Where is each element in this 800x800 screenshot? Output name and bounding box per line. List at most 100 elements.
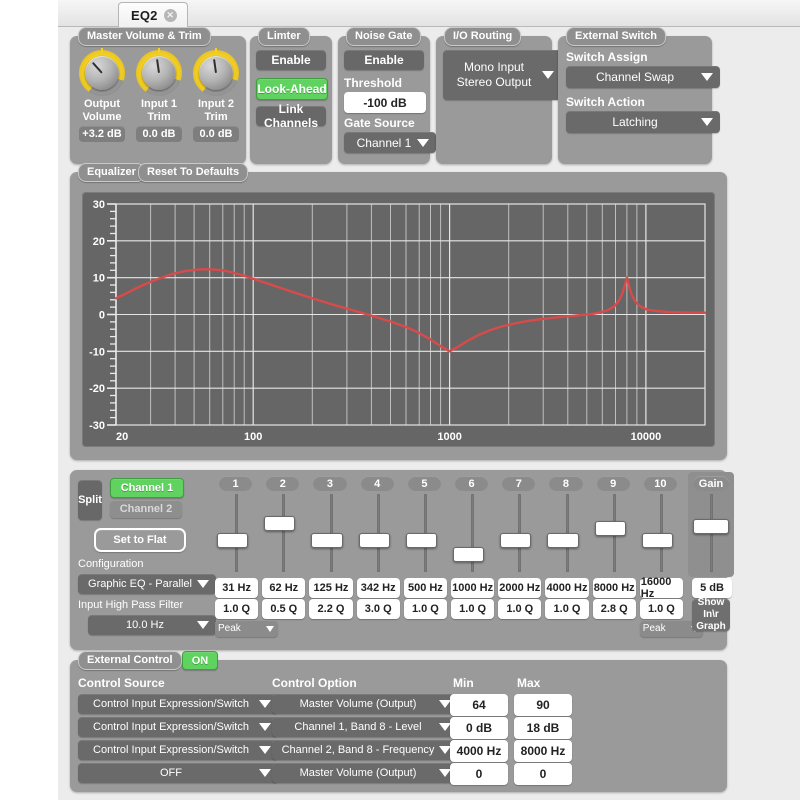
limiter-lookahead-button[interactable]: Look-Ahead: [256, 78, 328, 100]
max-field-4[interactable]: 0: [514, 763, 572, 785]
bands-panel: SplitChannel 1Channel 2Set to FlatConfig…: [70, 470, 727, 650]
band-6-header: 6: [455, 476, 488, 491]
gain-slider-thumb[interactable]: [693, 519, 729, 534]
max-field-3[interactable]: 8000 Hz: [514, 740, 572, 762]
band-8-slider-thumb[interactable]: [547, 533, 578, 548]
svg-text:-30: -30: [89, 420, 105, 432]
control-source-dropdown-2[interactable]: Control Input Expression/Switch: [78, 717, 278, 737]
control-option-dropdown-4[interactable]: Master Volume (Output): [272, 763, 458, 783]
split-button[interactable]: Split: [78, 480, 102, 520]
external-control-on-toggle[interactable]: ON: [182, 651, 218, 670]
master-volume-title: Master Volume & Trim: [78, 27, 211, 46]
show-in-graph-button[interactable]: Show In\rGraph: [692, 599, 730, 631]
control-option-value-3: Channel 2, Band 8 - Frequency: [282, 744, 435, 756]
control-source-dropdown-4[interactable]: OFF: [78, 763, 278, 783]
band-5-header: 5: [408, 476, 441, 491]
hpf-dropdown[interactable]: 10.0 Hz: [88, 615, 216, 635]
max-field-1[interactable]: 90: [514, 694, 572, 716]
master-volume-panel: Master Volume & TrimOutputVolume+3.2 dBI…: [70, 36, 246, 164]
band-1-filter-type-dropdown[interactable]: Peak: [215, 620, 278, 637]
limiter-enable-button[interactable]: Enable: [256, 50, 326, 70]
band-1-frequency[interactable]: 31 Hz: [215, 578, 258, 598]
band-9-q[interactable]: 2.8 Q: [593, 599, 636, 619]
reset-to-defaults-button[interactable]: Reset To Defaults: [138, 163, 248, 182]
eq-graph[interactable]: -30-20-10010203020100100010000: [82, 192, 715, 447]
knob-2-value[interactable]: 0.0 dB: [136, 126, 182, 142]
band-3-slider-thumb[interactable]: [311, 533, 342, 548]
band-2-slider-thumb[interactable]: [264, 516, 295, 531]
control-source-dropdown-3[interactable]: Control Input Expression/Switch: [78, 740, 278, 760]
show-in-graph-line2: Graph: [696, 621, 725, 633]
svg-text:20: 20: [93, 236, 105, 248]
noise-gate-enable-button[interactable]: Enable: [344, 50, 424, 70]
band-8-frequency[interactable]: 4000 Hz: [545, 578, 588, 598]
band-7-q[interactable]: 1.0 Q: [498, 599, 541, 619]
control-option-dropdown-1[interactable]: Master Volume (Output): [272, 694, 458, 714]
band-5-frequency[interactable]: 500 Hz: [404, 578, 447, 598]
limiter-panel: LimterEnableLook-AheadLink Channels: [250, 36, 332, 164]
switch-action-dropdown[interactable]: Latching: [566, 111, 720, 133]
io-routing-dropdown[interactable]: Mono InputStereo Output: [443, 50, 561, 100]
svg-text:-20: -20: [89, 383, 105, 395]
band-7-frequency[interactable]: 2000 Hz: [498, 578, 541, 598]
band-4-slider-thumb[interactable]: [359, 533, 390, 548]
band-3-q[interactable]: 2.2 Q: [309, 599, 352, 619]
min-field-2[interactable]: 0 dB: [450, 717, 508, 739]
band-5-slider-thumb[interactable]: [406, 533, 437, 548]
band-6-q[interactable]: 1.0 Q: [451, 599, 494, 619]
limiter-link-channels-button[interactable]: Link Channels: [256, 106, 326, 126]
chevron-down-icon: [197, 621, 209, 629]
knob-2[interactable]: [136, 50, 182, 96]
band-3-header: 3: [313, 476, 346, 491]
tab-eq2[interactable]: EQ2 ✕: [118, 2, 188, 27]
band-1-header: 1: [219, 476, 252, 491]
control-option-dropdown-3[interactable]: Channel 2, Band 8 - Frequency: [272, 740, 458, 760]
set-to-flat-button[interactable]: Set to Flat: [94, 528, 186, 552]
control-source-value-4: OFF: [160, 767, 182, 779]
hpf-value: 10.0 Hz: [126, 619, 164, 631]
configuration-dropdown[interactable]: Graphic EQ - Parallel: [78, 574, 216, 594]
band-5-q[interactable]: 1.0 Q: [404, 599, 447, 619]
band-2-q[interactable]: 0.5 Q: [262, 599, 305, 619]
min-field-1[interactable]: 64: [450, 694, 508, 716]
band-9-frequency[interactable]: 8000 Hz: [593, 578, 636, 598]
channel-2-button[interactable]: Channel 2: [110, 500, 182, 518]
band-10-q[interactable]: 1.0 Q: [640, 599, 683, 619]
band-10-frequency[interactable]: 16000 Hz: [640, 578, 683, 598]
band-8-q[interactable]: 1.0 Q: [545, 599, 588, 619]
band-9-slider-thumb[interactable]: [595, 521, 626, 536]
limiter-title: Limter: [258, 27, 310, 46]
band-10-slider-thumb[interactable]: [642, 533, 673, 548]
min-field-3[interactable]: 4000 Hz: [450, 740, 508, 762]
switch-assign-dropdown[interactable]: Channel Swap: [566, 66, 720, 88]
band-2-frequency[interactable]: 62 Hz: [262, 578, 305, 598]
knob-3-value[interactable]: 0.0 dB: [193, 126, 239, 142]
knob-1-value[interactable]: +3.2 dB: [79, 126, 125, 142]
io-routing-line1: Mono Input: [464, 60, 524, 75]
channel-1-button[interactable]: Channel 1: [110, 478, 184, 498]
band-6-frequency[interactable]: 1000 Hz: [451, 578, 494, 598]
band-1-q[interactable]: 1.0 Q: [215, 599, 258, 619]
max-field-2[interactable]: 18 dB: [514, 717, 572, 739]
band-1-slider-thumb[interactable]: [217, 533, 248, 548]
control-source-dropdown-1[interactable]: Control Input Expression/Switch: [78, 694, 278, 714]
gain-value[interactable]: 5 dB: [692, 578, 732, 598]
band-4-frequency[interactable]: 342 Hz: [357, 578, 400, 598]
knob-3[interactable]: [193, 50, 239, 96]
gain-header: Gain: [693, 476, 729, 491]
control-source-value-2: Control Input Expression/Switch: [93, 721, 249, 733]
knob-1[interactable]: [79, 50, 125, 96]
close-icon[interactable]: ✕: [164, 9, 177, 22]
eq-curve-plot: -30-20-10010203020100100010000: [82, 192, 715, 447]
band-3-frequency[interactable]: 125 Hz: [309, 578, 352, 598]
band-4-q[interactable]: 3.0 Q: [357, 599, 400, 619]
control-option-dropdown-2[interactable]: Channel 1, Band 8 - Level: [272, 717, 458, 737]
gate-source-dropdown[interactable]: Channel 1: [344, 132, 436, 153]
svg-text:1000: 1000: [437, 431, 461, 443]
band-7-slider-thumb[interactable]: [500, 533, 531, 548]
min-field-4[interactable]: 0: [450, 763, 508, 785]
band-6-slider-thumb[interactable]: [453, 547, 484, 562]
knob-1-label-line2: Volume: [79, 111, 125, 124]
threshold-value[interactable]: -100 dB: [344, 92, 426, 113]
band-2-slider-track[interactable]: [282, 494, 285, 572]
